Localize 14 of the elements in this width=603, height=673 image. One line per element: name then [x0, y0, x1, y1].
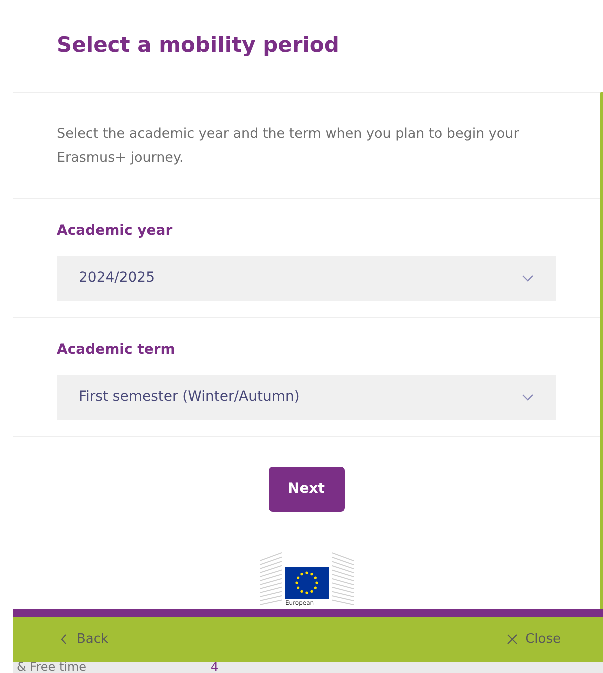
- chevron-down-icon: [522, 275, 534, 282]
- dropdown-field[interactable]: First semester (Winter/Autumn): [57, 375, 556, 420]
- field-label: Academic term: [57, 341, 176, 360]
- eu-flag-icon: [284, 567, 330, 599]
- intro-text: Select the academic year and the term when you plan to begin your Erasmus+ journey.: [57, 124, 520, 168]
- background-row-count: 4: [211, 662, 219, 673]
- next-button[interactable]: Next: [268, 467, 344, 512]
- chevron-left-icon: [61, 634, 67, 645]
- dialog-title: Select a mobility period: [57, 32, 340, 60]
- close-icon: [506, 634, 518, 645]
- background-row-label: & Free time: [16, 662, 88, 673]
- chevron-down-icon: [522, 394, 534, 401]
- field-label: Academic year: [57, 222, 174, 241]
- dropdown-field[interactable]: 2024/2025: [57, 256, 556, 301]
